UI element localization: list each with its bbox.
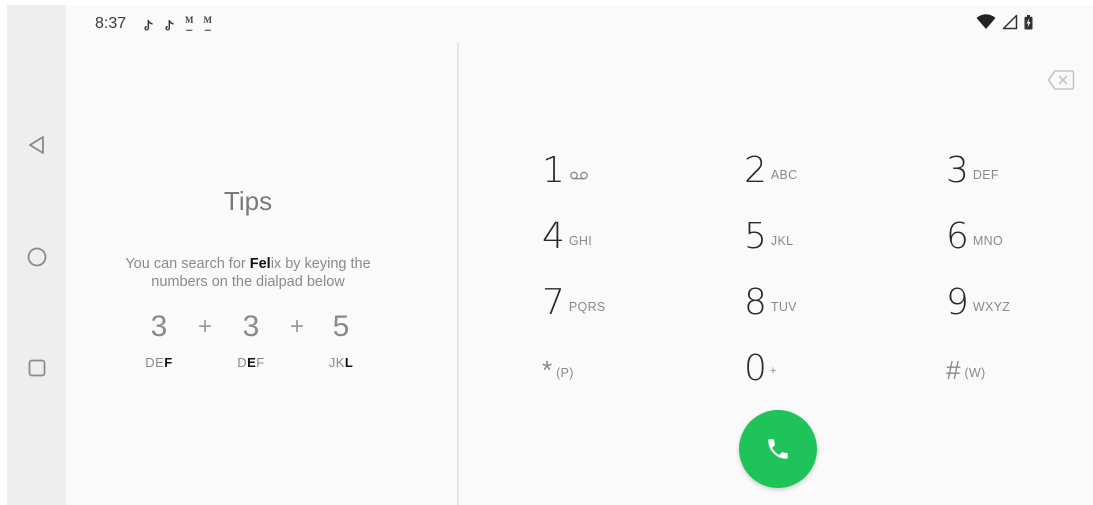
key-digit: 1 bbox=[542, 150, 565, 191]
panel-divider bbox=[457, 42, 459, 505]
tip-letters-bold: L bbox=[344, 355, 354, 370]
dialpad-key-0[interactable]: 0 + bbox=[744, 343, 776, 389]
key-letters: PQRS bbox=[568, 300, 606, 314]
key-letters: (P) bbox=[556, 366, 574, 380]
key-digit: # bbox=[946, 355, 961, 385]
tip-letters-bold: E bbox=[247, 355, 257, 370]
tip-letters-plain: F bbox=[256, 355, 265, 370]
gmail-icon: M ━━ bbox=[185, 15, 194, 35]
tip-plus-sign: + bbox=[289, 313, 304, 340]
system-status-icons bbox=[976, 14, 1033, 30]
tips-desc-prefix: You can search for bbox=[125, 256, 250, 272]
tiktok-icon bbox=[165, 20, 174, 31]
backspace-icon bbox=[1047, 70, 1075, 90]
key-letters: ABC bbox=[770, 168, 798, 182]
key-letters: DEF bbox=[972, 168, 999, 182]
key-letters: (W) bbox=[964, 366, 986, 380]
tip-letters-bold: F bbox=[164, 355, 173, 370]
key-digit: 8 bbox=[744, 282, 767, 323]
tip-letters-plain: JK bbox=[328, 355, 345, 370]
nav-recents-button[interactable] bbox=[21, 352, 53, 384]
dialpad-key-hash[interactable]: # (W) bbox=[946, 343, 986, 389]
key-letters: JKL bbox=[770, 234, 794, 248]
tiktok-icon bbox=[144, 20, 153, 31]
tip-letters-plain: DE bbox=[145, 355, 165, 370]
tip-example-letters: DEF bbox=[134, 355, 184, 370]
key-letters: MNO bbox=[972, 234, 1003, 248]
dialpad-key-3[interactable]: 3 DEF bbox=[946, 145, 999, 191]
key-digit: 4 bbox=[542, 216, 565, 257]
battery-charging-icon bbox=[1024, 14, 1033, 29]
status-bar: 8:37 M ━━ M ━━ bbox=[66, 5, 1093, 41]
key-letters: + bbox=[769, 365, 777, 377]
dialpad-key-6[interactable]: 6 MNO bbox=[946, 211, 1003, 257]
tips-panel: Tips You can search for Felix by keying … bbox=[66, 41, 457, 505]
tip-plus-sign: + bbox=[197, 313, 212, 340]
nav-back-button[interactable] bbox=[21, 129, 53, 161]
call-button[interactable] bbox=[739, 410, 817, 488]
tip-letters-plain: D bbox=[237, 355, 248, 370]
gmail-icon: M ━━ bbox=[203, 15, 213, 35]
key-digit: 3 bbox=[946, 150, 969, 191]
tip-example-letters: DEF bbox=[226, 355, 276, 370]
phone-icon bbox=[768, 439, 788, 459]
key-digit: 6 bbox=[946, 216, 969, 257]
key-letters: WXYZ bbox=[972, 300, 1011, 314]
dialpad-key-9[interactable]: 9 WXYZ bbox=[946, 277, 1010, 323]
dialpad-key-2[interactable]: 2 ABC bbox=[744, 145, 798, 191]
voicemail-icon bbox=[570, 171, 588, 180]
navigation-bar bbox=[7, 5, 66, 505]
tip-example-digit: 3 bbox=[150, 310, 168, 343]
tips-description: You can search for Felix by keying the n… bbox=[96, 255, 400, 291]
tip-example-digit: 5 bbox=[332, 310, 350, 343]
wifi-icon bbox=[976, 14, 996, 29]
dialpad-key-4[interactable]: 4 GHI bbox=[542, 211, 592, 257]
back-triangle-icon bbox=[29, 136, 44, 154]
backspace-button[interactable] bbox=[1047, 69, 1077, 91]
dialpad-key-7[interactable]: 7 PQRS bbox=[542, 277, 606, 323]
key-digit: 7 bbox=[542, 282, 565, 323]
tip-example-digit: 3 bbox=[242, 310, 260, 343]
nav-home-button[interactable] bbox=[21, 241, 53, 273]
tips-title: Tips bbox=[223, 186, 273, 216]
key-digit: 9 bbox=[946, 282, 969, 323]
key-letters: TUV bbox=[770, 300, 797, 314]
key-digit: 2 bbox=[744, 150, 767, 191]
cellular-signal-icon bbox=[1002, 14, 1018, 30]
key-digit: * bbox=[542, 355, 553, 385]
home-circle-icon bbox=[27, 247, 47, 267]
status-time: 8:37 bbox=[95, 15, 127, 32]
notification-icons: M ━━ M ━━ bbox=[143, 16, 212, 36]
key-letters: GHI bbox=[568, 234, 593, 248]
tips-desc-highlight: Fel bbox=[249, 256, 271, 272]
dialpad-key-5[interactable]: 5 JKL bbox=[744, 211, 793, 257]
phone-screen: 8:37 M ━━ M ━━ Tips You can search for Fel… bbox=[7, 5, 1093, 505]
dialpad-key-1[interactable]: 1 bbox=[542, 145, 588, 191]
key-digit: 5 bbox=[744, 216, 767, 257]
dialpad-key-star[interactable]: * (P) bbox=[542, 343, 574, 389]
key-digit: 0 bbox=[744, 348, 767, 389]
dialpad-key-8[interactable]: 8 TUV bbox=[744, 277, 797, 323]
recents-square-icon bbox=[28, 359, 46, 377]
tip-example-letters: JKL bbox=[316, 355, 366, 370]
